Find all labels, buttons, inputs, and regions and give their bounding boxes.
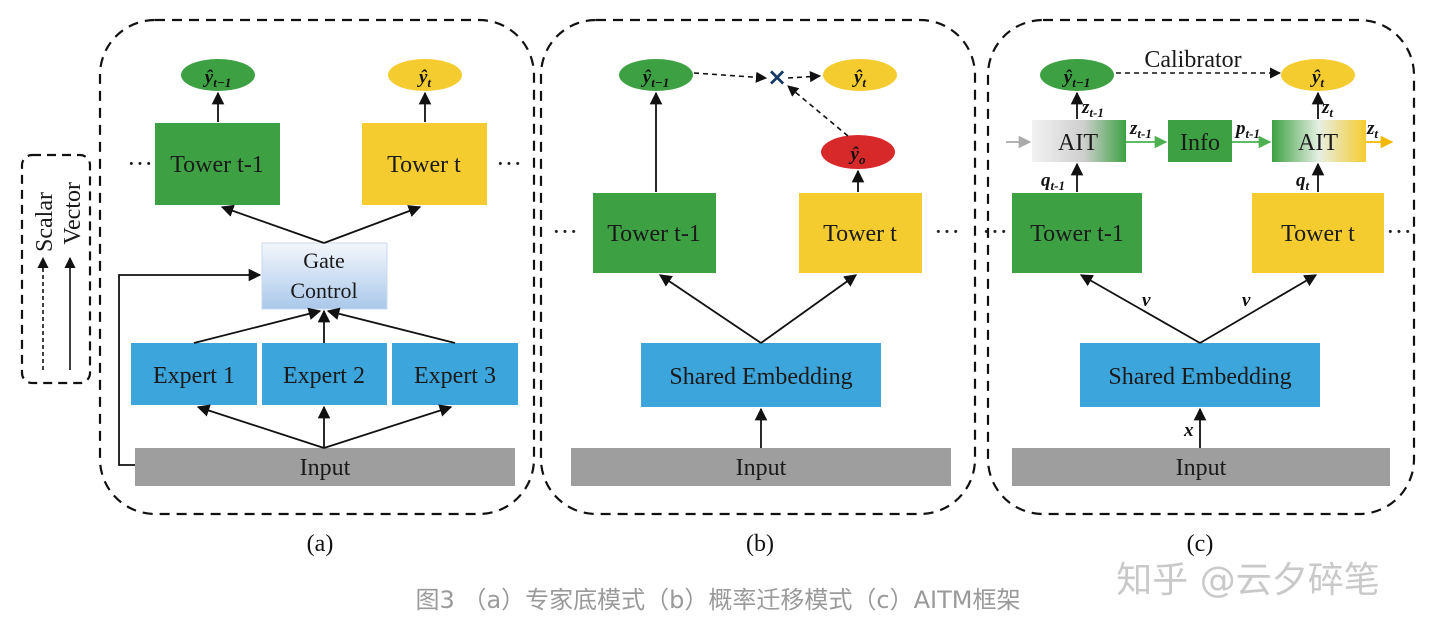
legend: Scalar Vector bbox=[20, 153, 92, 385]
tower-cur-c-label: Tower t bbox=[1281, 221, 1355, 247]
calibrator-label: Calibrator bbox=[1144, 47, 1241, 73]
tower-cur-b-label: Tower t bbox=[823, 221, 897, 247]
legend-scalar-label: Scalar bbox=[32, 192, 58, 252]
panel-c: Calibrator ŷt−1 ŷt AIT Info AIT zt-1 pt-… bbox=[982, 18, 1416, 557]
input-c-label: Input bbox=[1176, 455, 1227, 481]
input-b-label: Input bbox=[736, 455, 787, 481]
panel-b: ŷt−1 ŷt ŷo × Tower t-1 Tower t Shared Em… bbox=[539, 18, 977, 557]
v-right-label: v bbox=[1242, 290, 1251, 311]
ellipsis-b-right: ··· bbox=[934, 217, 960, 246]
x-label: x bbox=[1183, 420, 1194, 441]
ellipsis-a-right: ··· bbox=[496, 149, 522, 178]
ellipsis-a-left: ··· bbox=[127, 149, 153, 178]
watermark: 知乎 @云夕碎笔 bbox=[1116, 560, 1379, 601]
ellipsis-c-left: ··· bbox=[982, 217, 1008, 246]
ellipsis-c-right: ··· bbox=[1386, 217, 1412, 246]
expert-1-label: Expert 1 bbox=[153, 363, 235, 389]
diagram-canvas: Scalar Vector ŷt−1 ŷt Tower t-1 Tower t … bbox=[20, 18, 1416, 614]
panel-b-label: (b) bbox=[746, 531, 774, 557]
multiply-icon: × bbox=[767, 63, 787, 91]
p-mid-label: pt-1 bbox=[1234, 118, 1260, 141]
shared-embedding-c-label: Shared Embedding bbox=[1108, 364, 1291, 390]
tower-cur-a-label: Tower t bbox=[387, 152, 461, 178]
q-left-label: qt-1 bbox=[1041, 170, 1065, 193]
legend-vector-label: Vector bbox=[60, 182, 86, 245]
figure-caption: 图3 （a）专家底模式（b）概率迁移模式（c）AITM框架 bbox=[416, 586, 1021, 614]
ait-left-label: AIT bbox=[1058, 130, 1098, 156]
tower-prev-c-label: Tower t-1 bbox=[1030, 221, 1124, 247]
z-out-label: zt bbox=[1366, 118, 1378, 141]
ellipsis-b-left: ··· bbox=[552, 217, 578, 246]
input-a-label: Input bbox=[300, 455, 351, 481]
ait-right-label: AIT bbox=[1298, 130, 1338, 156]
panel-a: ŷt−1 ŷt Tower t-1 Tower t Gate Control E… bbox=[98, 18, 536, 557]
gate-control-line2: Control bbox=[290, 278, 357, 303]
panel-c-label: (c) bbox=[1187, 531, 1214, 557]
tower-prev-a-label: Tower t-1 bbox=[170, 152, 264, 178]
gate-control-line1: Gate bbox=[303, 248, 345, 273]
expert-2-label: Expert 2 bbox=[283, 363, 365, 389]
expert-3-label: Expert 3 bbox=[414, 363, 496, 389]
shared-embedding-b-label: Shared Embedding bbox=[669, 364, 852, 390]
info-label: Info bbox=[1180, 130, 1220, 156]
panel-a-label: (a) bbox=[307, 531, 334, 557]
z-prev-up-label: zt-1 bbox=[1081, 97, 1104, 120]
tower-prev-b-label: Tower t-1 bbox=[607, 221, 701, 247]
v-left-label: v bbox=[1142, 290, 1151, 311]
q-right-label: qt bbox=[1296, 170, 1310, 193]
z-cur-up-label: zt bbox=[1321, 97, 1333, 120]
z-mid-label: zt-1 bbox=[1129, 118, 1152, 141]
